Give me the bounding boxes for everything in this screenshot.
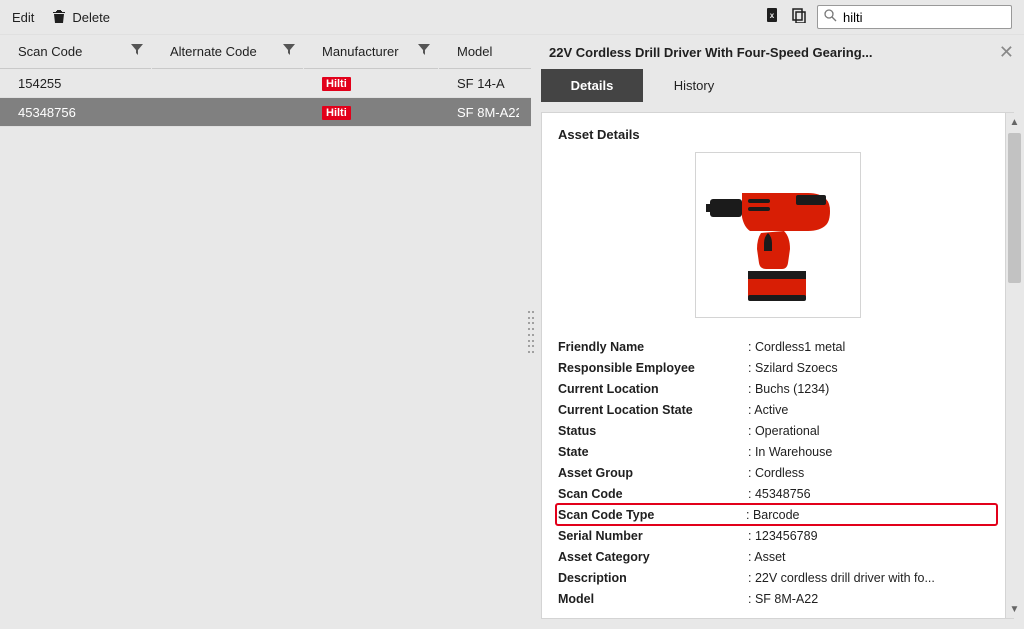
column-label: Alternate Code bbox=[170, 44, 257, 59]
panel-content: Friendly NameCordless1 metalResponsible … bbox=[542, 152, 1013, 625]
top-toolbar: Edit Delete x ✕ bbox=[0, 0, 1024, 35]
content: Scan Code Alternate Code Manufacturer Mo… bbox=[0, 35, 1024, 629]
tab-history[interactable]: History bbox=[643, 69, 745, 102]
toolbar-left: Edit Delete bbox=[12, 8, 110, 27]
field-label: Asset Category bbox=[558, 550, 748, 564]
table-row[interactable]: 154255 Hilti SF 14-A bbox=[0, 69, 531, 98]
field-value: 22V cordless drill driver with fo... bbox=[748, 571, 997, 585]
asset-grid: Scan Code Alternate Code Manufacturer Mo… bbox=[0, 35, 531, 629]
search-icon bbox=[824, 9, 837, 25]
field-row: Scan Code45348756 bbox=[558, 483, 997, 504]
field-value: Active bbox=[748, 403, 997, 417]
field-label: Scan Code bbox=[558, 487, 748, 501]
field-value: 45348756 bbox=[748, 487, 997, 501]
field-label: Serial Number bbox=[558, 529, 748, 543]
search-box: ✕ bbox=[817, 5, 1012, 29]
field-value: Szilard Szoecs bbox=[748, 361, 997, 375]
table-row[interactable]: 45348756 Hilti SF 8M-A22 bbox=[0, 98, 531, 127]
field-label: Scan Code Type bbox=[558, 508, 746, 522]
column-header-manufacturer[interactable]: Manufacturer bbox=[304, 35, 439, 69]
field-list: Friendly NameCordless1 metalResponsible … bbox=[558, 336, 997, 609]
asset-details-panel: Asset Details bbox=[541, 112, 1014, 619]
trash-icon bbox=[52, 8, 66, 27]
column-label: Model bbox=[457, 44, 492, 59]
scroll-up-icon[interactable]: ▲ bbox=[1006, 113, 1023, 131]
scrollbar[interactable]: ▲ ▼ bbox=[1005, 113, 1023, 618]
field-value: Buchs (1234) bbox=[748, 382, 997, 396]
field-value: Operational bbox=[748, 424, 997, 438]
field-label: Current Location State bbox=[558, 403, 748, 417]
scroll-thumb[interactable] bbox=[1008, 133, 1021, 283]
field-value: Barcode bbox=[746, 508, 995, 522]
column-label: Scan Code bbox=[18, 44, 82, 59]
field-value: Asset bbox=[748, 550, 997, 564]
filter-icon[interactable] bbox=[418, 44, 430, 59]
field-row: Description22V cordless drill driver wit… bbox=[558, 567, 997, 588]
asset-image bbox=[695, 152, 861, 318]
field-value: Cordless bbox=[748, 466, 997, 480]
field-value: 123456789 bbox=[748, 529, 997, 543]
field-label: State bbox=[558, 445, 748, 459]
edit-button[interactable]: Edit bbox=[12, 10, 34, 25]
tab-bar: Details History bbox=[531, 69, 1024, 102]
copy-icon[interactable] bbox=[791, 7, 807, 28]
detail-title: 22V Cordless Drill Driver With Four-Spee… bbox=[549, 45, 873, 60]
field-label: Responsible Employee bbox=[558, 361, 748, 375]
field-label: Model bbox=[558, 592, 748, 606]
field-label: Description bbox=[558, 571, 748, 585]
cell-model: SF 14-A bbox=[439, 76, 519, 91]
field-row: Friendly NameCordless1 metal bbox=[558, 336, 997, 357]
delete-label: Delete bbox=[72, 10, 110, 25]
field-row: Asset CategoryAsset bbox=[558, 546, 997, 567]
grid-body: 154255 Hilti SF 14-A 45348756 Hilti SF 8… bbox=[0, 69, 531, 127]
cell-scan-code: 45348756 bbox=[0, 105, 152, 120]
detail-pane: 22V Cordless Drill Driver With Four-Spee… bbox=[531, 35, 1024, 629]
field-row: Asset GroupCordless bbox=[558, 462, 997, 483]
field-row: ModelSF 8M-A22 bbox=[558, 588, 997, 609]
cell-manufacturer: Hilti bbox=[304, 75, 439, 91]
field-value: Cordless1 metal bbox=[748, 340, 997, 354]
toolbar-right: x ✕ bbox=[765, 5, 1012, 29]
column-header-alternate-code[interactable]: Alternate Code bbox=[152, 35, 304, 69]
tab-details[interactable]: Details bbox=[541, 69, 643, 102]
field-label: Status bbox=[558, 424, 748, 438]
field-row: Current LocationBuchs (1234) bbox=[558, 378, 997, 399]
field-label: Asset Group bbox=[558, 466, 748, 480]
close-icon[interactable]: ✕ bbox=[999, 42, 1014, 63]
detail-header: 22V Cordless Drill Driver With Four-Spee… bbox=[531, 35, 1024, 69]
scroll-down-icon[interactable]: ▼ bbox=[1006, 600, 1023, 618]
cell-manufacturer: Hilti bbox=[304, 104, 439, 120]
hilti-badge: Hilti bbox=[322, 77, 351, 91]
svg-text:x: x bbox=[770, 11, 775, 20]
export-icon[interactable]: x bbox=[765, 7, 781, 28]
cell-scan-code: 154255 bbox=[0, 76, 152, 91]
field-label: Current Location bbox=[558, 382, 748, 396]
panel-title: Asset Details bbox=[542, 113, 1013, 152]
field-row: Current Location StateActive bbox=[558, 399, 997, 420]
search-input[interactable] bbox=[843, 6, 1019, 28]
filter-icon[interactable] bbox=[131, 44, 143, 59]
detail-body: Asset Details bbox=[531, 102, 1024, 629]
filter-icon[interactable] bbox=[283, 44, 295, 59]
field-row: Responsible EmployeeSzilard Szoecs bbox=[558, 357, 997, 378]
field-row: Serial Number123456789 bbox=[558, 525, 997, 546]
delete-button[interactable]: Delete bbox=[52, 8, 110, 27]
field-value: SF 8M-A22 bbox=[748, 592, 997, 606]
grid-header-row: Scan Code Alternate Code Manufacturer Mo… bbox=[0, 35, 531, 69]
column-label: Manufacturer bbox=[322, 44, 399, 59]
field-row: StatusOperational bbox=[558, 420, 997, 441]
edit-label: Edit bbox=[12, 10, 34, 25]
column-header-scan-code[interactable]: Scan Code bbox=[0, 35, 152, 69]
hilti-badge: Hilti bbox=[322, 106, 351, 120]
field-row: Scan Code TypeBarcode bbox=[556, 504, 997, 525]
field-value: In Warehouse bbox=[748, 445, 997, 459]
field-row: StateIn Warehouse bbox=[558, 441, 997, 462]
column-header-model[interactable]: Model bbox=[439, 35, 519, 69]
field-label: Friendly Name bbox=[558, 340, 748, 354]
cell-model: SF 8M-A22 bbox=[439, 105, 519, 120]
